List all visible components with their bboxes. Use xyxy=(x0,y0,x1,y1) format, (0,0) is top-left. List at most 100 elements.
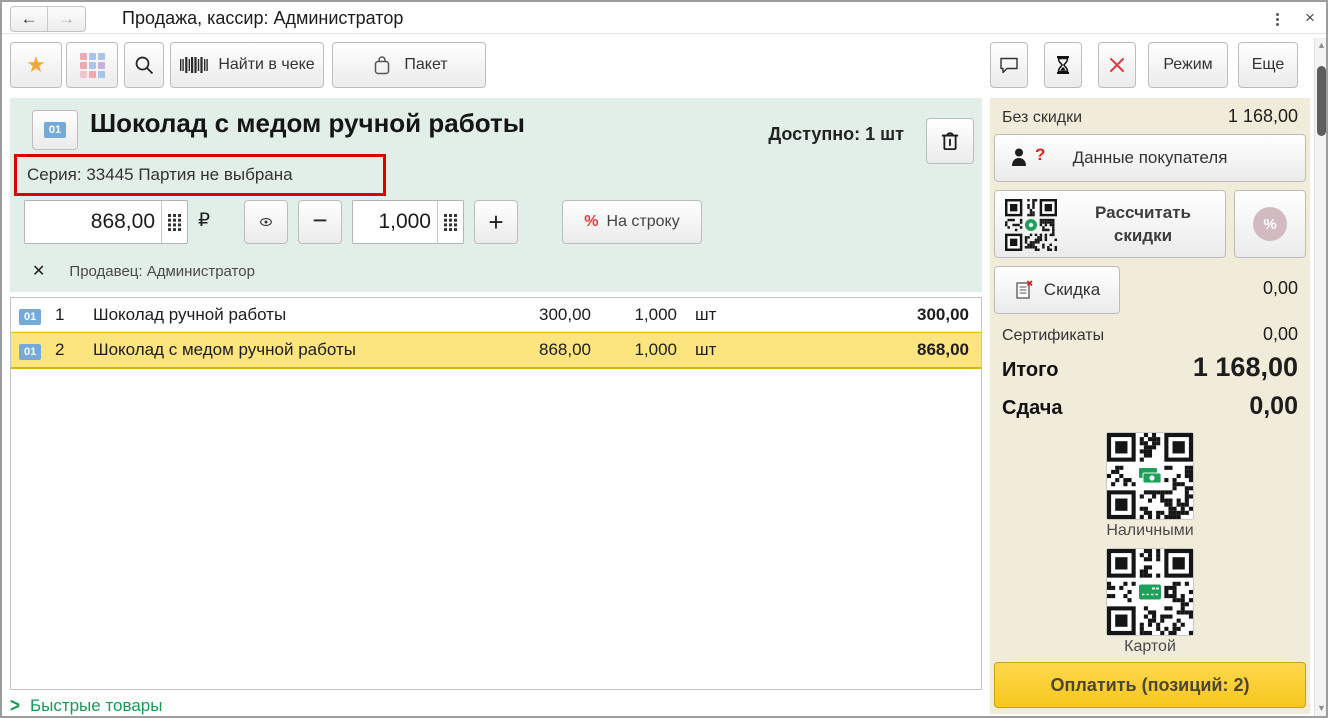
trash-icon xyxy=(941,132,959,151)
delete-receipt-button[interactable] xyxy=(1098,42,1136,88)
warehouse-badge-button[interactable]: 01 xyxy=(32,110,78,150)
total-row: Итого 1 168,00 xyxy=(1002,352,1298,383)
quantity-field[interactable]: 1,000 xyxy=(352,200,464,244)
row-warehouse-badge: 01 xyxy=(19,308,42,325)
colored-grid-icon xyxy=(79,52,105,78)
total-value: 1 168,00 xyxy=(1192,352,1298,382)
forward-arrow-icon: → xyxy=(58,9,75,28)
summary-panel: Без скидки 1 168,00 ? Данные покупателя … xyxy=(990,98,1310,714)
quick-goods-toggle[interactable]: > Быстрые товары xyxy=(10,694,162,717)
seller-label: Продавец: Администратор xyxy=(69,262,255,280)
clear-seller-icon[interactable]: ✕ xyxy=(32,261,45,281)
mode-button[interactable]: Режим xyxy=(1148,42,1228,88)
package-button[interactable]: Пакет xyxy=(332,42,486,88)
discount-label: Скидка xyxy=(1043,280,1101,299)
manual-discount-button[interactable]: % xyxy=(1234,190,1306,258)
back-button[interactable]: ← xyxy=(11,7,48,31)
speech-bubble-icon xyxy=(1000,57,1018,74)
table-row[interactable]: 01 1 Шоколад ручной работы 300,00 1,000 … xyxy=(11,298,981,332)
catalog-tiles-button[interactable] xyxy=(66,42,118,88)
back-arrow-icon: ← xyxy=(20,9,38,28)
row-number: 2 xyxy=(55,340,65,359)
certificates-row: Сертификаты 0,00 xyxy=(1002,324,1298,345)
change-label: Сдача xyxy=(1002,397,1063,419)
search-button[interactable] xyxy=(124,42,164,88)
minus-icon: − xyxy=(312,204,328,235)
change-row: Сдача 0,00 xyxy=(1002,392,1298,421)
row-product-name: Шоколад с медом ручной работы xyxy=(93,340,356,359)
price-keypad-button[interactable] xyxy=(161,201,187,243)
row-price: 300,00 xyxy=(539,304,591,324)
no-discount-label: Без скидки xyxy=(1002,109,1083,126)
star-icon: ★ xyxy=(26,52,46,77)
line-discount-label: На строку xyxy=(606,213,680,230)
pay-cash-qr-button[interactable] xyxy=(1106,432,1194,520)
pay-button[interactable]: Оплатить (позиций: 2) xyxy=(994,662,1306,708)
certificates-label: Сертификаты xyxy=(1002,327,1105,344)
price-field[interactable]: 868,00 xyxy=(24,200,188,244)
barcode-icon xyxy=(180,57,209,73)
eye-icon xyxy=(260,218,272,226)
certificates-value: 0,00 xyxy=(1262,324,1298,344)
pay-card-qr-button[interactable] xyxy=(1106,548,1194,636)
current-item-panel: 01 Шоколад с медом ручной работы Доступн… xyxy=(10,98,982,292)
red-x-icon xyxy=(1110,58,1124,72)
no-discount-value: 1 168,00 xyxy=(1227,106,1298,126)
banknote-icon xyxy=(1138,467,1162,485)
quantity-keypad-button[interactable] xyxy=(437,201,463,243)
table-row-selected[interactable]: 01 2 Шоколад с медом ручной работы 868,0… xyxy=(11,332,981,369)
card-icon xyxy=(1138,584,1162,601)
comment-button[interactable] xyxy=(990,42,1028,88)
delete-line-button[interactable] xyxy=(926,118,974,164)
warehouse-badge: 01 xyxy=(43,122,67,138)
view-price-button[interactable] xyxy=(244,200,288,244)
calculate-discounts-button[interactable]: Рассчитать скидки xyxy=(994,190,1226,258)
customer-data-label: Данные покупателя xyxy=(1072,148,1228,167)
mode-label: Режим xyxy=(1163,56,1213,73)
keypad-icon xyxy=(444,213,457,231)
quantity-minus-button[interactable]: − xyxy=(298,200,342,244)
more-button[interactable]: Еще xyxy=(1238,42,1298,88)
question-mark-icon: ? xyxy=(1035,145,1046,164)
more-label: Еще xyxy=(1251,56,1285,73)
row-quantity: 1,000 xyxy=(634,340,677,359)
package-label: Пакет xyxy=(404,56,448,73)
chevron-right-icon: > xyxy=(10,694,20,717)
available-quantity: Доступно: 1 шт xyxy=(768,124,904,144)
pay-button-label: Оплатить (позиций: 2) xyxy=(1050,674,1250,695)
scroll-up-icon[interactable]: ▲ xyxy=(1317,41,1326,50)
series-text: Серия: 33445 Партия не выбрана xyxy=(27,165,293,184)
qr-code-icon xyxy=(1005,199,1057,251)
change-value: 0,00 xyxy=(1249,392,1298,420)
line-discount-button[interactable]: % На строку xyxy=(562,200,702,244)
receipt-table: 01 1 Шоколад ручной работы 300,00 1,000 … xyxy=(10,297,982,690)
forward-button[interactable]: → xyxy=(48,7,85,31)
no-discount-row: Без скидки 1 168,00 xyxy=(1002,106,1298,127)
person-icon xyxy=(1012,148,1026,166)
more-menu-icon[interactable] xyxy=(1268,9,1286,29)
discount-button[interactable]: Скидка xyxy=(994,266,1120,314)
close-icon[interactable]: × xyxy=(1298,6,1322,30)
price-value: 868,00 xyxy=(90,210,155,233)
green-dot-icon xyxy=(1025,219,1038,232)
cash-label: Наличными xyxy=(1106,522,1194,539)
scroll-down-icon[interactable]: ▼ xyxy=(1317,704,1326,713)
title-bar: ← → Продажа, кассир: Администратор × xyxy=(2,2,1326,34)
find-in-receipt-label: Найти в чеке xyxy=(218,56,315,73)
favorites-button[interactable]: ★ xyxy=(10,42,62,88)
row-total: 868,00 xyxy=(917,340,969,359)
quantity-plus-button[interactable]: + xyxy=(474,200,518,244)
percent-icon: % xyxy=(584,213,599,230)
vertical-scrollbar[interactable]: ▲ ▼ xyxy=(1314,38,1326,716)
find-in-receipt-button[interactable]: Найти в чеке xyxy=(170,42,324,88)
scrollbar-thumb[interactable] xyxy=(1317,66,1326,136)
window-title: Продажа, кассир: Администратор xyxy=(122,8,404,28)
quantity-value: 1,000 xyxy=(378,210,431,233)
customer-data-button[interactable]: ? Данные покупателя xyxy=(994,134,1306,182)
row-quantity: 1,000 xyxy=(634,304,677,324)
search-icon xyxy=(135,56,154,75)
postpone-button[interactable] xyxy=(1044,42,1082,88)
row-unit: шт xyxy=(695,304,717,324)
series-annotation: Серия: 33445 Партия не выбрана xyxy=(14,154,386,196)
discount-value: 0,00 xyxy=(1262,278,1298,298)
